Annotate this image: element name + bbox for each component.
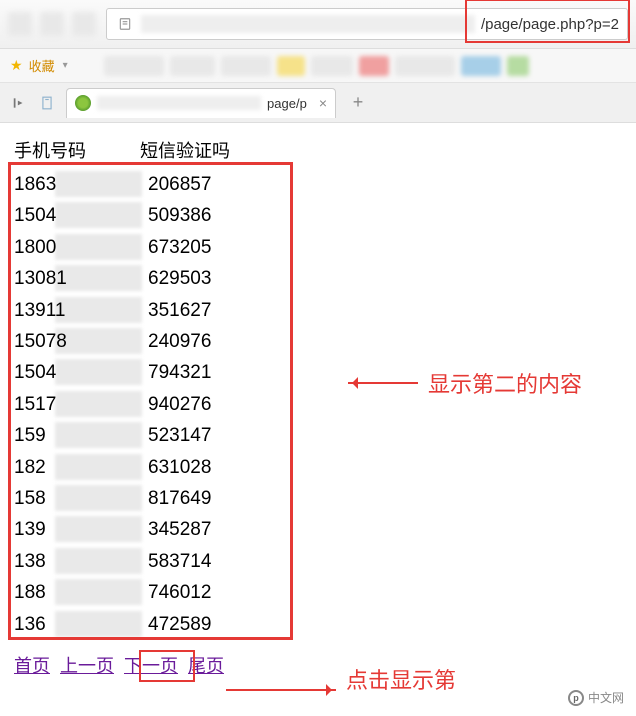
cell-sms: 351627 (148, 295, 211, 326)
table-row: 13081629503 (14, 263, 622, 294)
annotation-click-show: 点击显示第 (346, 663, 456, 695)
cell-sms: 345287 (148, 514, 211, 545)
cell-sms: 794321 (148, 357, 211, 388)
pagination-next[interactable]: 下一页 (124, 652, 178, 678)
sidebar-toggle-icon[interactable] (10, 94, 28, 112)
cell-phone: 188 (14, 577, 148, 608)
chevron-down-icon[interactable]: ▾ (63, 60, 68, 71)
watermark: p 中文网 (564, 687, 628, 708)
cell-phone: 159 (14, 420, 148, 451)
arrow-right-icon (226, 689, 336, 691)
cell-sms: 817649 (148, 483, 211, 514)
tab-title-visible: page/p (267, 96, 307, 111)
cell-sms: 746012 (148, 577, 211, 608)
pagination-first[interactable]: 首页 (14, 652, 50, 678)
cell-sms: 509386 (148, 200, 211, 231)
annotation-text: 显示第二的内容 (428, 367, 582, 399)
toolbar-item-blurred (507, 56, 529, 76)
site-info-icon[interactable] (115, 14, 135, 34)
toolbar-item-blurred (359, 56, 389, 76)
back-button[interactable] (8, 12, 32, 36)
watermark-text: 中文网 (588, 689, 624, 706)
table-row: 1504509386 (14, 200, 622, 231)
cell-phone: 1517 (14, 389, 148, 420)
cell-sms: 629503 (148, 263, 211, 294)
cell-sms: 583714 (148, 546, 211, 577)
refresh-button[interactable] (72, 12, 96, 36)
table-row: 13911351627 (14, 295, 622, 326)
reading-list-icon[interactable] (38, 94, 56, 112)
new-tab-button[interactable]: + (346, 91, 370, 115)
tab-favicon-icon (75, 95, 91, 111)
cell-phone: 1504 (14, 200, 148, 231)
table-row: 1800673205 (14, 232, 622, 263)
pagination-last[interactable]: 尾页 (188, 652, 224, 678)
table-row: 159523147 (14, 420, 622, 451)
cell-sms: 472589 (148, 609, 211, 640)
cell-phone: 139 (14, 514, 148, 545)
toolbar-item-blurred (104, 56, 164, 76)
star-icon[interactable]: ★ (10, 57, 23, 74)
forward-button[interactable] (40, 12, 64, 36)
php-logo-icon: p (568, 690, 584, 706)
page-content: 手机号码 短信验证吗 18632068571504509386180067320… (0, 123, 636, 692)
cell-sms: 673205 (148, 232, 211, 263)
cell-phone: 1504 (14, 357, 148, 388)
url-visible-part: /page/page.php?p=2 (481, 16, 619, 33)
cell-sms: 240976 (148, 326, 211, 357)
cell-phone: 1800 (14, 232, 148, 263)
pagination-prev[interactable]: 上一页 (60, 652, 114, 678)
address-bar[interactable]: /page/page.php?p=2 (106, 8, 628, 40)
cell-phone: 1863 (14, 169, 148, 200)
header-sms: 短信验证吗 (140, 137, 230, 163)
cell-sms: 940276 (148, 389, 211, 420)
table-row: 1863206857 (14, 169, 622, 200)
toolbar-item-blurred (461, 56, 501, 76)
annotation-display-second: 显示第二的内容 (348, 367, 582, 399)
toolbar-item-blurred (277, 56, 305, 76)
browser-tab[interactable]: page/p × (66, 88, 336, 118)
cell-phone: 158 (14, 483, 148, 514)
header-phone: 手机号码 (14, 137, 86, 163)
table-row: 188746012 (14, 577, 622, 608)
data-table: 1863206857150450938618006732051308162950… (14, 169, 622, 640)
browser-nav-bar: /page/page.php?p=2 (0, 0, 636, 49)
tab-title-blurred (97, 96, 261, 110)
table-row: 139345287 (14, 514, 622, 545)
tab-strip: page/p × + (0, 83, 636, 123)
nav-buttons-blurred (8, 12, 96, 36)
cell-phone: 15078 (14, 326, 148, 357)
cell-sms: 631028 (148, 452, 211, 483)
cell-phone: 136 (14, 609, 148, 640)
url-blurred-part (141, 15, 475, 33)
close-icon[interactable]: × (319, 95, 327, 111)
cell-phone: 138 (14, 546, 148, 577)
cell-sms: 523147 (148, 420, 211, 451)
pagination: 首页 上一页 下一页 尾页 (14, 652, 622, 678)
favorites-label[interactable]: 收藏 (29, 56, 55, 75)
cell-phone: 13911 (14, 295, 148, 326)
annotation-text: 点击显示第 (346, 663, 456, 695)
toolbar-item-blurred (311, 56, 353, 76)
toolbar-item-blurred (395, 56, 455, 76)
arrow-left-icon (348, 382, 418, 384)
table-row: 138583714 (14, 546, 622, 577)
table-row: 15078240976 (14, 326, 622, 357)
toolbar-item-blurred (221, 56, 271, 76)
cell-sms: 206857 (148, 169, 211, 200)
table-headers: 手机号码 短信验证吗 (14, 137, 622, 163)
table-row: 182631028 (14, 452, 622, 483)
favorites-toolbar: ★ 收藏 ▾ (0, 49, 636, 83)
table-row: 158817649 (14, 483, 622, 514)
cell-phone: 182 (14, 452, 148, 483)
toolbar-item-blurred (170, 56, 215, 76)
table-row: 136472589 (14, 609, 622, 640)
cell-phone: 13081 (14, 263, 148, 294)
